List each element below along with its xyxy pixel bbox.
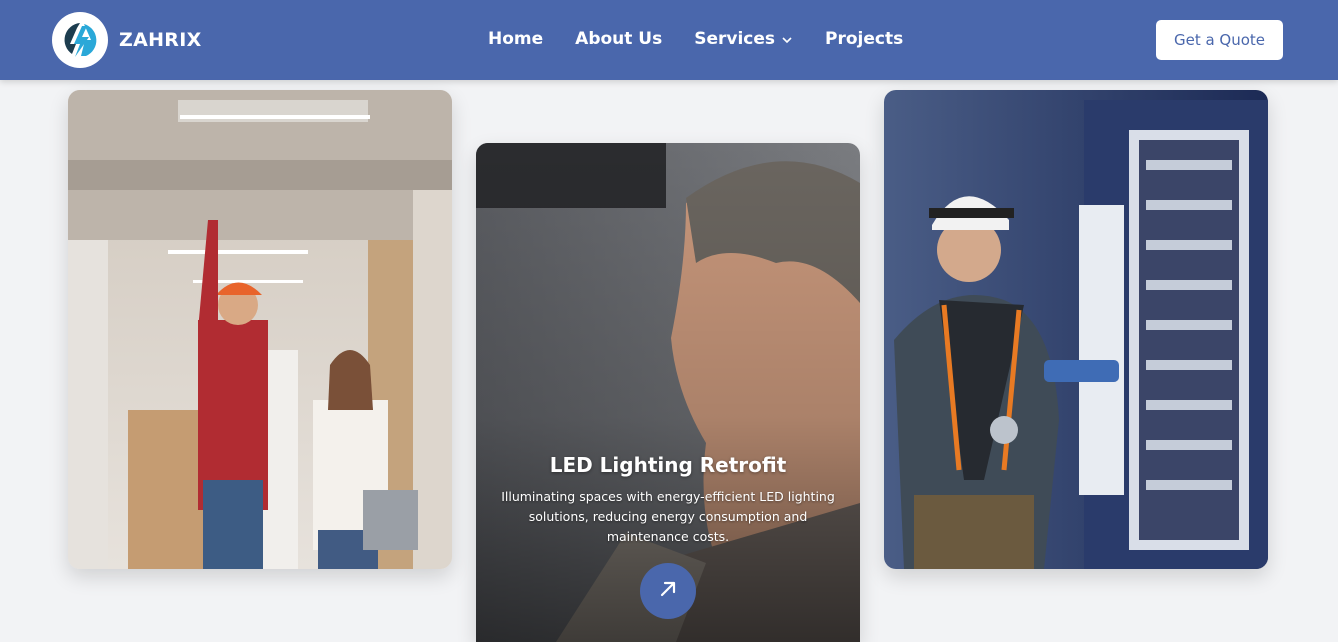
card-title: LED Lighting Retrofit xyxy=(549,453,787,477)
service-card-led-lighting-retrofit[interactable]: LED Lighting Retrofit Illuminating space… xyxy=(476,143,860,642)
engineers-pointing-at-ceiling-photo xyxy=(68,90,452,569)
get-a-quote-button[interactable]: Get a Quote xyxy=(1156,20,1283,60)
card-description: Illuminating spaces with energy-efficien… xyxy=(501,489,835,544)
main-nav: Home About Us Services Projects xyxy=(488,29,935,49)
card-arrow-button[interactable] xyxy=(640,563,696,619)
lightning-bolt-icon xyxy=(52,12,108,68)
brand-logo-link[interactable]: ZAHRIX xyxy=(52,12,202,68)
nav-item-label: About Us xyxy=(575,29,663,49)
nav-item-about-us[interactable]: About Us xyxy=(575,29,662,49)
service-card-left[interactable] xyxy=(68,90,452,569)
nav-item-services[interactable]: Services xyxy=(694,29,793,49)
brand-name: ZAHRIX xyxy=(119,29,202,51)
nav-item-projects[interactable]: Projects xyxy=(825,29,903,49)
electrician-at-switchboard-photo xyxy=(884,90,1268,569)
service-card-right[interactable] xyxy=(884,90,1268,569)
nav-item-home[interactable]: Home xyxy=(488,29,543,49)
nav-item-label: Home xyxy=(488,29,544,49)
top-navbar: ZAHRIX Home About Us Services Projects G… xyxy=(0,0,1338,80)
nav-item-label: Projects xyxy=(825,29,904,49)
chevron-down-icon xyxy=(781,29,793,49)
nav-item-label: Services xyxy=(694,29,776,49)
arrow-up-right-icon xyxy=(658,579,678,603)
